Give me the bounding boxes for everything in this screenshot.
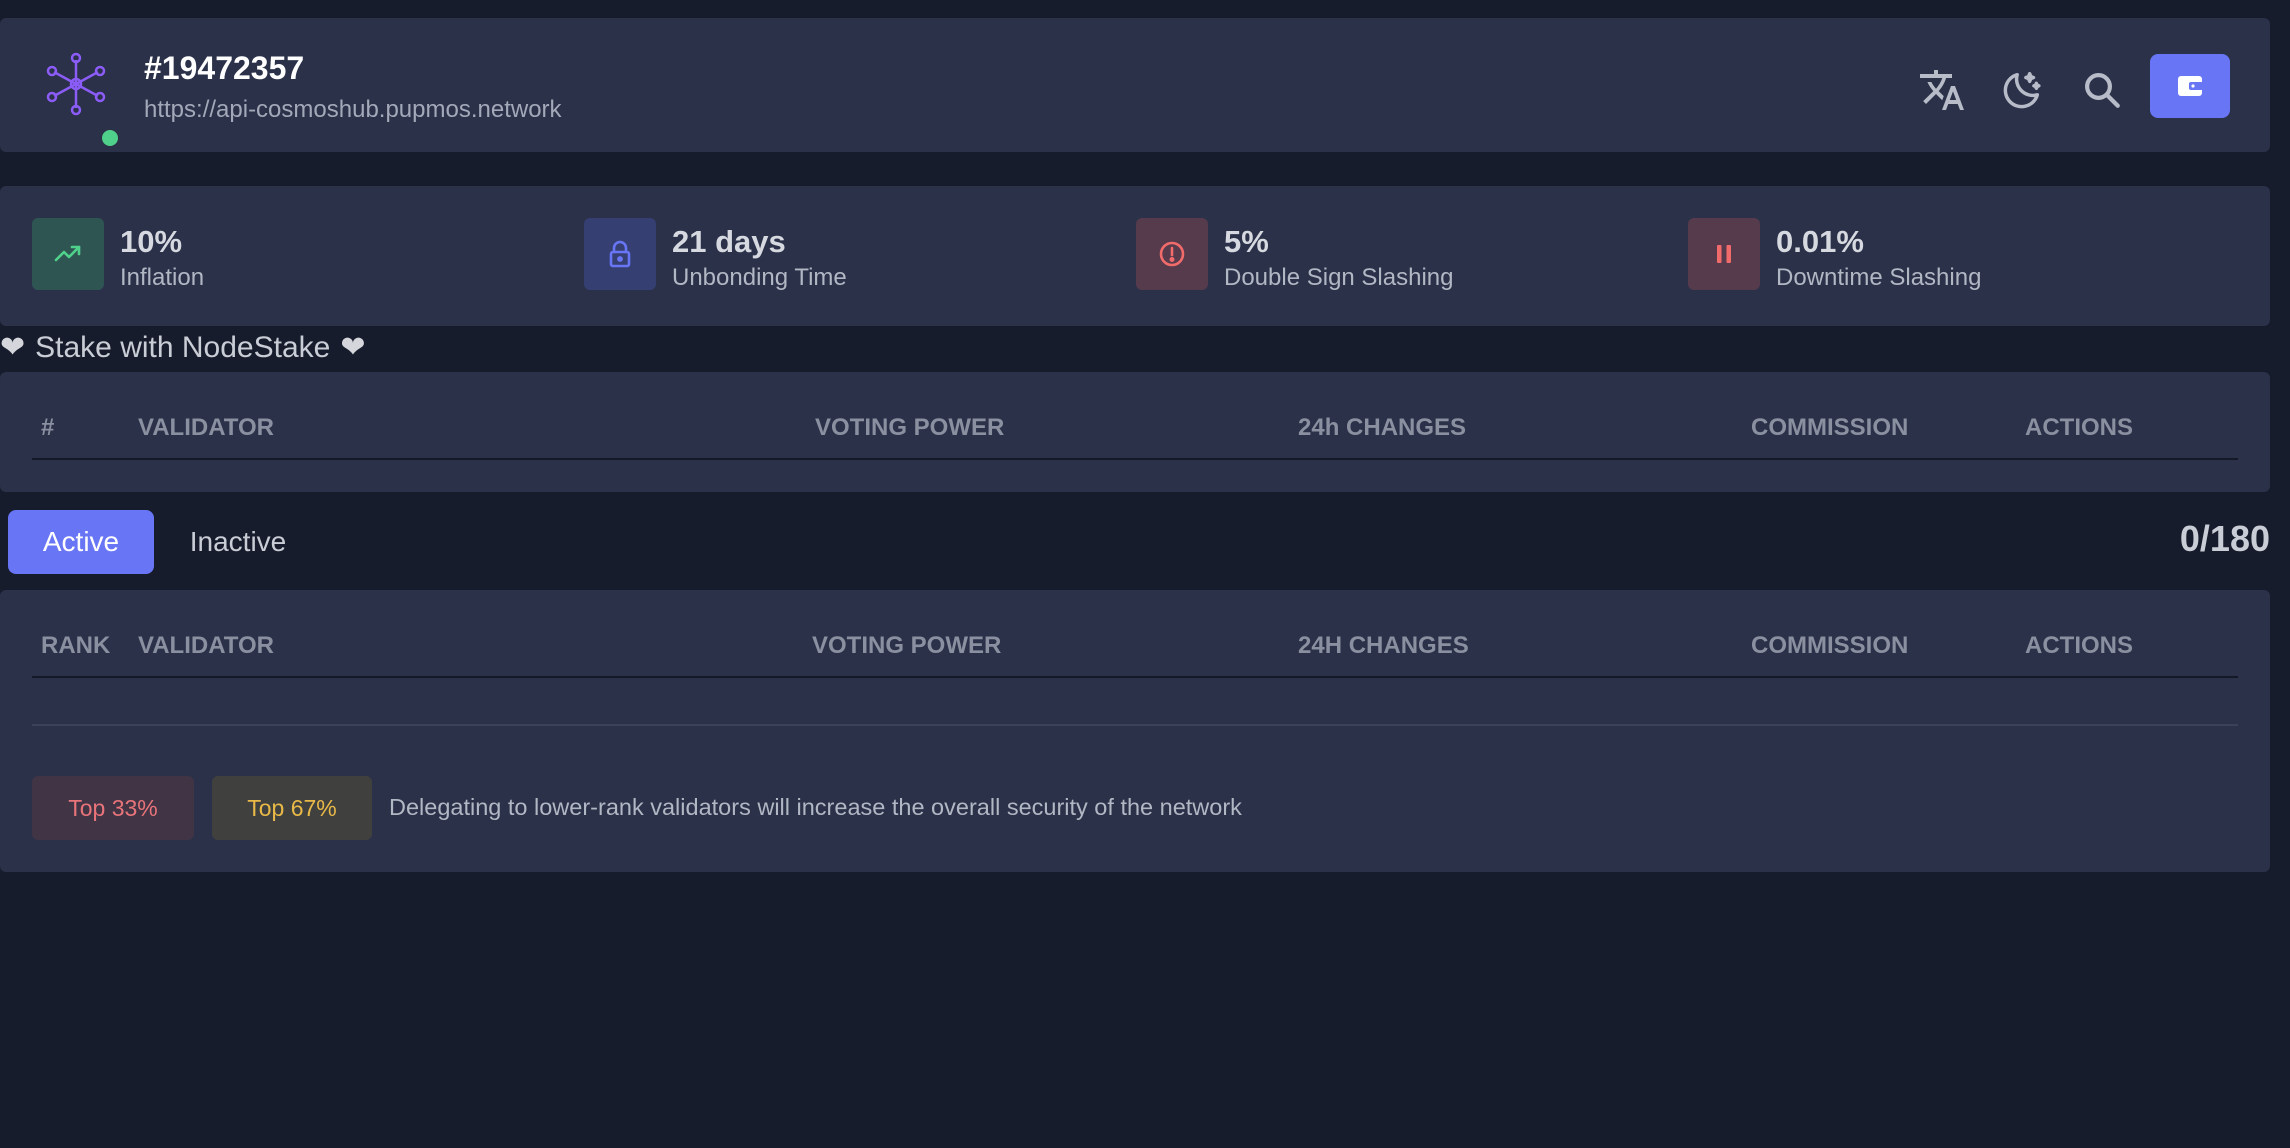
header-divider <box>32 458 2238 460</box>
tab-active[interactable]: Active <box>8 510 154 574</box>
column-header-actions: ACTIONS <box>2025 632 2133 659</box>
theme-toggle-icon[interactable] <box>1992 60 2052 120</box>
sponsor-text: Stake with NodeStake <box>35 330 331 364</box>
online-status-dot <box>102 130 118 146</box>
stat-value: 5% <box>1224 224 1269 259</box>
stat-label: Downtime Slashing <box>1776 264 1982 291</box>
lock-icon <box>584 218 656 290</box>
stat-label: Unbonding Time <box>672 264 847 291</box>
sponsor-banner: ❤ Stake with NodeStake ❤ <box>0 330 365 365</box>
security-note: Delegating to lower-rank validators will… <box>389 794 1242 820</box>
top-67-badge: Top 67% <box>212 776 372 840</box>
wallet-button[interactable] <box>2150 54 2230 118</box>
stat-value: 0.01% <box>1776 224 1864 259</box>
column-header-voting-power: VOTING POWER <box>815 414 1005 441</box>
validators-table: RANK VALIDATOR VOTING POWER 24H CHANGES … <box>0 590 2270 872</box>
trending-up-icon <box>32 218 104 290</box>
pause-icon <box>1688 218 1760 290</box>
heart-icon: ❤ <box>340 331 366 364</box>
wallet-icon <box>2178 76 2203 96</box>
column-header-24h-changes: 24h CHANGES <box>1298 414 1467 441</box>
stat-double-sign-slashing: 5% Double Sign Slashing <box>1104 218 1644 294</box>
column-header-rank: RANK <box>41 632 111 659</box>
column-header-commission: COMMISSION <box>1751 632 1909 659</box>
column-header-number: # <box>41 414 55 441</box>
header-bar: #19472357 https://api-cosmoshub.pupmos.n… <box>0 18 2270 152</box>
stat-label: Double Sign Slashing <box>1224 264 1454 291</box>
block-height: #19472357 <box>144 50 305 86</box>
api-endpoint: https://api-cosmoshub.pupmos.network <box>144 96 562 123</box>
tab-inactive[interactable]: Inactive <box>170 510 306 574</box>
column-header-voting-power: VOTING POWER <box>812 632 1002 659</box>
sponsored-validators-table: # VALIDATOR VOTING POWER 24h CHANGES COM… <box>0 372 2270 492</box>
column-header-validator: VALIDATOR <box>138 414 274 441</box>
top-33-badge: Top 33% <box>32 776 194 840</box>
alert-circle-icon <box>1136 218 1208 290</box>
stat-unbonding-time: 21 days Unbonding Time <box>552 218 1092 294</box>
heart-icon: ❤ <box>0 331 26 364</box>
stat-label: Inflation <box>120 264 205 291</box>
translate-icon[interactable] <box>1912 60 1972 120</box>
staking-stats-panel: 10% Inflation 21 days Unbonding Time 5% … <box>0 186 2270 326</box>
validator-count: 0/180 <box>2179 518 2270 559</box>
stat-value: 21 days <box>672 224 786 259</box>
network-logo-icon[interactable] <box>44 52 108 116</box>
column-header-validator: VALIDATOR <box>138 632 274 659</box>
stat-value: 10% <box>120 224 183 259</box>
header-divider <box>32 676 2238 678</box>
column-header-commission: COMMISSION <box>1751 414 1909 441</box>
column-header-actions: ACTIONS <box>2025 414 2133 441</box>
search-icon[interactable] <box>2072 60 2132 120</box>
stat-inflation: 10% Inflation <box>0 218 540 294</box>
column-header-24h-changes: 24H CHANGES <box>1298 632 1469 659</box>
table-footer-divider <box>32 724 2238 726</box>
stat-downtime-slashing: 0.01% Downtime Slashing <box>1656 218 2196 294</box>
